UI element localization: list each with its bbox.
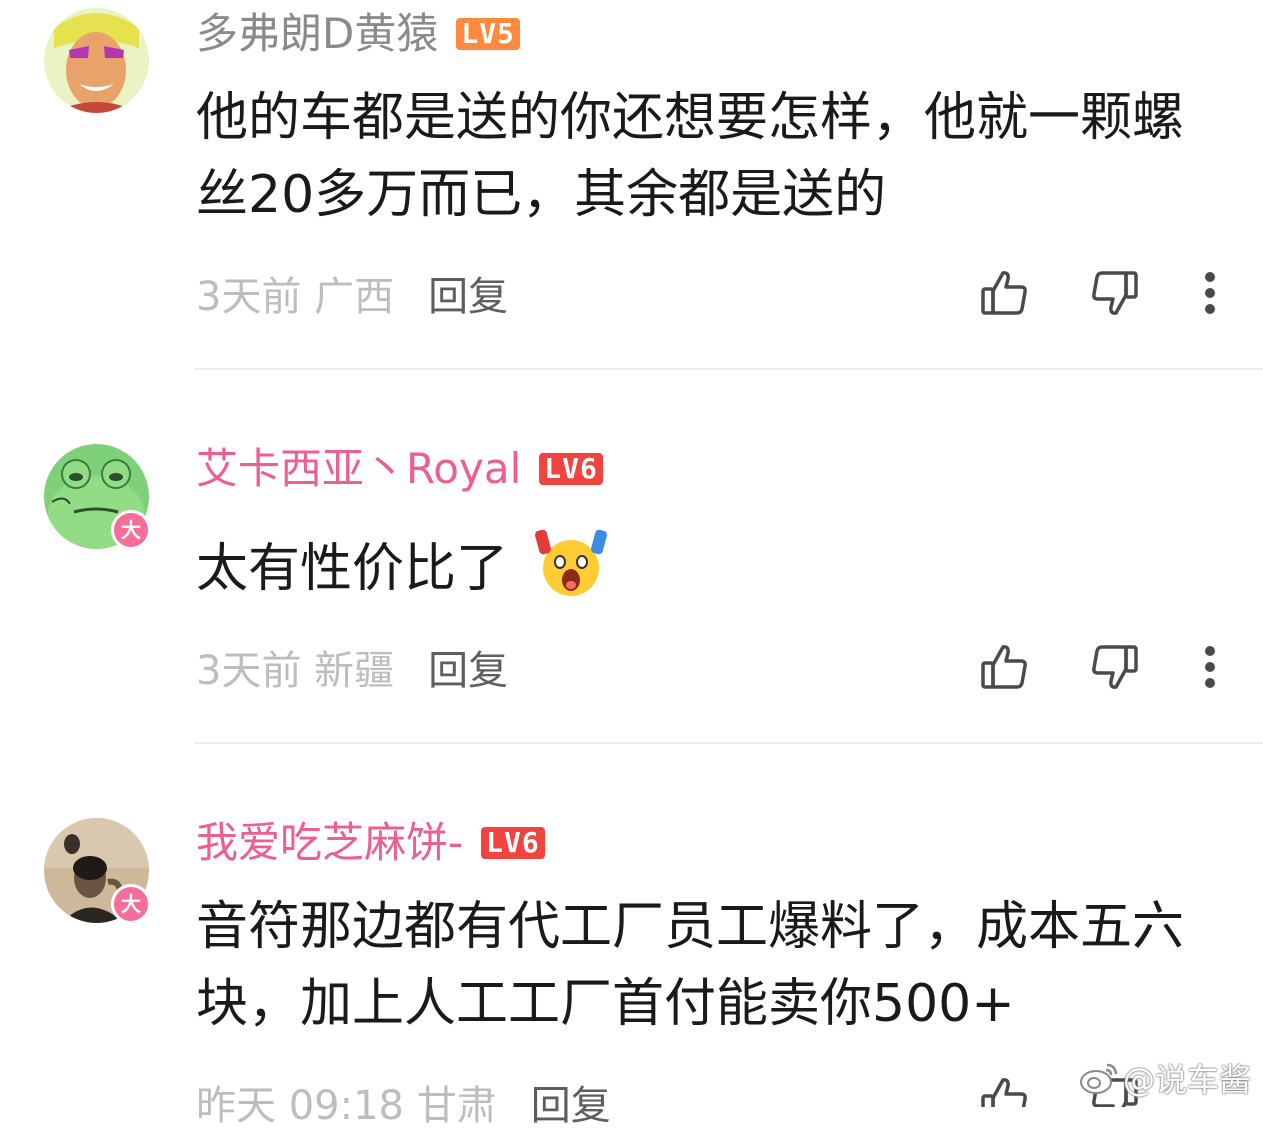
level-badge: LV6: [539, 453, 603, 485]
meta-row: 3天前 新疆 回复: [196, 642, 508, 694]
like-button[interactable]: [977, 640, 1031, 694]
reply-button[interactable]: 回复: [531, 1073, 611, 1131]
level-badge: LV6: [481, 827, 545, 859]
thumbs-up-icon: [981, 271, 1027, 315]
time-location: 3天前 广西: [196, 274, 395, 320]
meta-row: 3天前 广西 回复: [196, 268, 508, 320]
more-button[interactable]: [1190, 266, 1230, 320]
more-button[interactable]: [1190, 640, 1230, 694]
avatar[interactable]: 大: [44, 444, 151, 550]
vip-badge: 大: [111, 884, 151, 924]
username[interactable]: 我爱吃芝麻饼-: [196, 815, 463, 871]
divider: [194, 368, 1263, 370]
like-button[interactable]: [977, 266, 1031, 320]
more-vertical-icon: [1205, 272, 1215, 314]
watermark: @说车酱: [1079, 1054, 1251, 1102]
name-row: 我爱吃芝麻饼- LV6: [196, 815, 545, 871]
comment-text: 音符那边都有代工厂员工爆料了，成本五六块，加上人工工厂首付能卖你500+: [196, 897, 1185, 1034]
meta-row: 昨天 09:18 甘肃 回复: [196, 1077, 611, 1129]
watermark-text: @说车酱: [1122, 1061, 1251, 1099]
avatar-image: [44, 8, 149, 113]
username[interactable]: 多弗朗D黄猿: [196, 6, 438, 62]
dislike-button[interactable]: [1088, 640, 1142, 694]
comment-text: 太有性价比了: [196, 528, 1216, 608]
name-row: 多弗朗D黄猿 LV5: [196, 6, 520, 62]
dislike-button[interactable]: [1088, 266, 1142, 320]
like-button[interactable]: [977, 1075, 1031, 1107]
shocked-emoji-icon: [534, 529, 607, 596]
thumbs-down-icon: [1092, 645, 1138, 689]
time-location: 3天前 新疆: [196, 648, 395, 694]
time-location: 昨天 09:18 甘肃: [196, 1083, 497, 1129]
vip-badge: 大: [111, 510, 151, 550]
reply-button[interactable]: 回复: [428, 638, 508, 696]
weibo-logo-icon: [1079, 1063, 1118, 1094]
comment-text-body: 太有性价比了: [196, 539, 509, 599]
avatar[interactable]: 大: [44, 818, 151, 924]
level-badge: LV5: [456, 18, 520, 50]
more-vertical-icon: [1205, 646, 1215, 688]
thumbs-down-icon: [1092, 271, 1138, 315]
divider: [194, 742, 1263, 744]
thumbs-up-icon: [981, 1078, 1027, 1107]
name-row: 艾卡西亚丶Royal LV6: [196, 441, 603, 497]
thumbs-up-icon: [981, 645, 1027, 689]
avatar[interactable]: [44, 8, 149, 113]
comment-text: 他的车都是送的你还想要怎样，他就一颗螺丝20多万而已，其余都是送的: [196, 88, 1185, 225]
reply-button[interactable]: 回复: [428, 264, 508, 322]
username[interactable]: 艾卡西亚丶Royal: [196, 441, 521, 497]
